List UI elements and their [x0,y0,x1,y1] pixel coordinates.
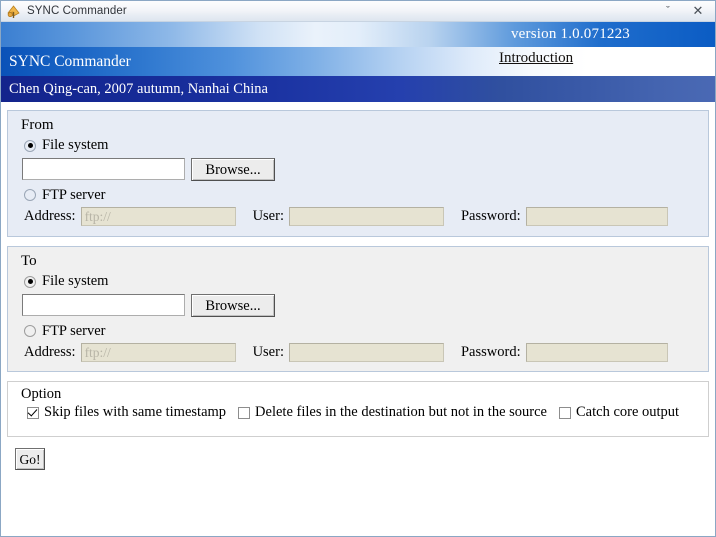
skip-same-timestamp-checkbox[interactable] [27,406,39,419]
to-password-input[interactable] [525,343,668,362]
version-band: version 1.0.071223 [1,22,715,47]
from-password-label: Password: [460,208,521,224]
panels-container: From File system Browse... FTP server Ad… [1,102,715,470]
author-band: Chen Qing-can, 2007 autumn, Nanhai China [1,76,715,102]
from-address-input[interactable] [80,207,236,226]
close-icon[interactable]: ✕ [683,2,713,21]
from-filesystem-label: File system [42,137,109,153]
to-address-input[interactable] [80,343,236,362]
to-ftp-radio[interactable] [24,325,36,337]
from-filesystem-radio-row[interactable]: File system [8,136,708,155]
to-ftp-radio-row[interactable]: FTP server [8,321,708,341]
to-user-label: User: [252,344,284,360]
delete-extraneous-checkbox[interactable] [238,406,251,419]
from-user-input[interactable] [288,207,444,226]
from-user-label: User: [252,208,284,224]
catch-core-output-label: Catch core output [576,404,680,420]
option-legend: Option [21,386,62,402]
from-ftp-radio-row[interactable]: FTP server [8,185,708,205]
from-ftp-radio[interactable] [24,189,36,201]
option-panel: Option Skip files with same timestamp De… [7,381,709,437]
from-browse-button[interactable]: Browse... [191,158,275,181]
author-text: Chen Qing-can, 2007 autumn, Nanhai China [9,80,268,97]
from-path-row: Browse... [8,158,708,182]
from-address-label: Address: [24,208,76,224]
from-legend: From [21,117,54,133]
to-password-label: Password: [460,344,521,360]
to-legend: To [21,253,37,269]
to-address-label: Address: [24,344,76,360]
title-bar: SYNC Commander ˇ ✕ [1,1,715,22]
skip-same-timestamp-label: Skip files with same timestamp [44,404,227,420]
catch-core-output-checkbox[interactable] [559,406,571,419]
app-sync-icon [6,4,21,19]
to-user-input[interactable] [288,343,444,362]
from-password-input[interactable] [525,207,668,226]
to-path-input[interactable] [22,294,185,316]
go-button-row: Go! [7,446,709,470]
to-filesystem-label: File system [42,273,109,289]
application-window: SYNC Commander ˇ ✕ version 1.0.071223 SY… [0,0,716,537]
window-title: SYNC Commander [27,5,127,17]
option-checkbox-row: Skip files with same timestamp Delete fi… [8,404,708,421]
from-panel: From File system Browse... FTP server Ad… [7,110,709,237]
banner: version 1.0.071223 SYNC Commander Introd… [1,22,715,102]
brand-band: SYNC Commander Introduction [1,47,715,76]
version-text: version 1.0.071223 [510,26,630,42]
to-path-row: Browse... [8,294,708,318]
to-filesystem-radio[interactable] [24,275,36,288]
to-filesystem-radio-row[interactable]: File system [8,272,708,291]
to-browse-button[interactable]: Browse... [191,294,275,317]
to-ftp-label: FTP server [42,322,106,339]
go-button[interactable]: Go! [15,448,45,470]
delete-extraneous-label: Delete files in the destination but not … [255,404,547,420]
to-panel: To File system Browse... FTP server Addr… [7,246,709,372]
from-ftp-label: FTP server [42,186,106,203]
chevron-down-icon[interactable]: ˇ [653,2,683,21]
to-credentials-row: Address: User: Password: [8,343,708,362]
from-path-input[interactable] [22,158,185,180]
introduction-link[interactable]: Introduction [499,50,573,67]
from-filesystem-radio[interactable] [24,139,36,152]
window-controls: ˇ ✕ [653,1,713,21]
from-credentials-row: Address: User: Password: [8,207,708,226]
brand-title: SYNC Commander [9,52,131,70]
